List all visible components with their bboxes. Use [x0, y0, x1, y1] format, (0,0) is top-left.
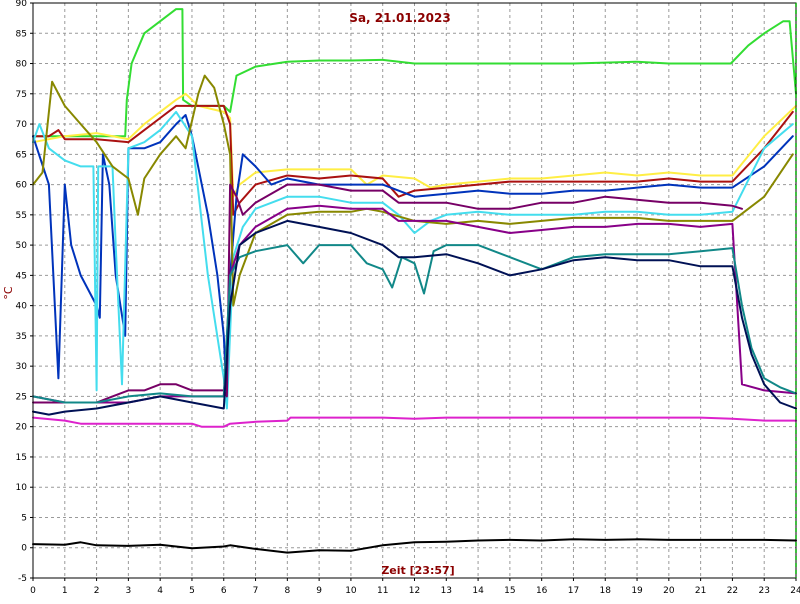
y-tick-label: 50	[16, 241, 28, 251]
y-tick-label: 90	[16, 0, 28, 9]
x-tick-label: 18	[600, 586, 612, 596]
chart-title: Sa, 21.01.2023	[349, 11, 450, 25]
x-tick-label: 0	[30, 586, 36, 596]
x-tick-label: 21	[695, 586, 706, 596]
chart-root: -5 0 5 10 15 20 25 30 35 40 45 50 55 60 65 70 75 80 85 90 0…	[0, 0, 800, 600]
y-tick-label: 60	[16, 181, 28, 191]
line-chart: -5051015202530354045505560657075808590 0…	[0, 0, 800, 600]
x-tick-label: 15	[504, 586, 515, 596]
x-tick-label: 1	[62, 586, 68, 596]
x-tick-label: 11	[377, 586, 388, 596]
x-tick-label: 9	[316, 586, 322, 596]
x-tick-label: 24	[790, 586, 800, 596]
y-tick-label: 25	[16, 392, 27, 402]
x-tick-label: 23	[758, 586, 769, 596]
y-tick-label: 55	[16, 211, 27, 221]
y-tick-label: 40	[16, 302, 28, 312]
y-tick-label: 30	[16, 362, 28, 372]
y-tick-label: 10	[16, 483, 28, 493]
x-tick-label: 17	[568, 586, 579, 596]
y-tick-label: 20	[16, 423, 28, 433]
x-tick-label: 8	[284, 586, 290, 596]
y-tick-label: 15	[16, 453, 27, 463]
x-tick-label: 5	[189, 586, 195, 596]
x-tick-label: 2	[94, 586, 100, 596]
x-tick-label: 19	[631, 586, 643, 596]
y-tick-label: 75	[16, 90, 27, 100]
y-axis-label: °C	[2, 286, 15, 300]
x-tick-label: 13	[441, 586, 452, 596]
x-tick-label: 3	[126, 586, 132, 596]
y-tick-label: 80	[16, 60, 28, 70]
x-tick-label: 4	[157, 586, 163, 596]
x-tick-label: 14	[472, 586, 484, 596]
y-tick-label: 0	[21, 544, 27, 554]
y-tick-label: 85	[16, 29, 27, 39]
x-tick-label: 12	[409, 586, 420, 596]
x-tick-label: 16	[536, 586, 548, 596]
x-tick-label: 7	[253, 586, 259, 596]
y-tick-label: -5	[18, 574, 27, 584]
x-tick-label: 22	[727, 586, 738, 596]
x-tick-label: 10	[345, 586, 357, 596]
y-tick-label: 45	[16, 271, 27, 281]
x-tick-label: 6	[221, 586, 227, 596]
x-tick-label: 20	[663, 586, 675, 596]
y-tick-label: 35	[16, 332, 27, 342]
y-tick-label: 65	[16, 150, 27, 160]
x-axis-label: Zeit [23:57]	[381, 564, 454, 577]
y-tick-label: 5	[21, 513, 27, 523]
y-tick-label: 70	[16, 120, 28, 130]
